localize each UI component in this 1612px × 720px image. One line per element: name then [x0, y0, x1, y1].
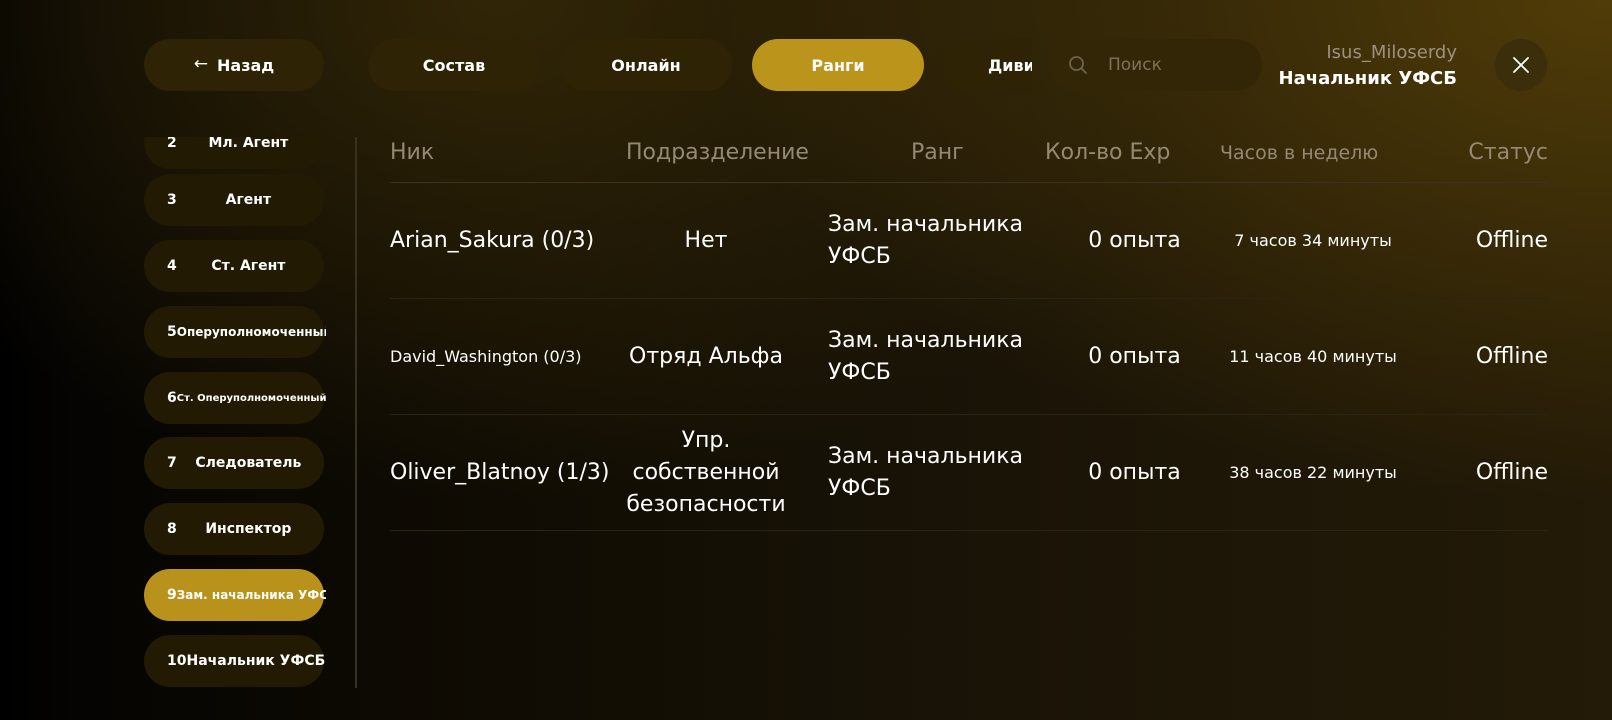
search-icon	[1069, 56, 1087, 74]
table-header: Ник Подразделение Ранг Кол-во Exp Часов …	[390, 130, 1548, 183]
rank-item-6[interactable]: 6 Ст. Оперуполномоченный	[144, 372, 326, 424]
tab-sostav[interactable]: Состав	[368, 39, 540, 91]
rank-item-9[interactable]: 9 Зам. начальника УФСБ	[144, 569, 326, 621]
arrow-left-icon: ←	[193, 54, 209, 74]
cell-hours: 11 часов 40 минуты	[1229, 346, 1397, 366]
cell-nick: David_Washington (0/3)	[390, 346, 582, 366]
cell-nick: Oliver_Blatnoy (1/3)	[390, 459, 610, 485]
back-button[interactable]: ← Назад	[144, 39, 324, 91]
rank-item-10[interactable]: 10 Начальник УФСБ	[144, 635, 325, 687]
tabs-bar: Состав Онлайн Ранги Дивизионы	[368, 39, 1032, 91]
rank-item-2[interactable]: 2 Мл. Агент	[144, 137, 324, 169]
cell-status: Offline	[1475, 459, 1548, 485]
members-table: Ник Подразделение Ранг Кол-во Exp Часов …	[390, 130, 1548, 531]
cell-rank: Зам. начальника УФСБ	[828, 211, 1023, 269]
cell-hours: 7 часов 34 минуты	[1234, 230, 1392, 250]
table-row[interactable]: Arian_Sakura (0/3) Нет Зам. начальника У…	[390, 183, 1548, 299]
column-header-rank: Ранг	[911, 140, 964, 165]
cell-nick: Arian_Sakura (0/3)	[390, 227, 595, 253]
tab-online[interactable]: Онлайн	[560, 39, 732, 91]
column-header-status: Статус	[1468, 140, 1548, 165]
column-header-exp: Кол-во Exp	[1045, 140, 1171, 165]
search-input[interactable]	[1106, 54, 1250, 76]
rank-item-5[interactable]: 5 Оперуполномоченный	[144, 306, 326, 358]
rank-item-8[interactable]: 8 Инспектор	[144, 503, 324, 555]
close-button[interactable]	[1495, 39, 1547, 91]
cell-rank: Зам. начальника УФСБ	[828, 327, 1023, 385]
cell-rank: Зам. начальника УФСБ	[828, 443, 1023, 501]
user-info: Isus_Miloserdy Начальник УФСБ	[1279, 40, 1457, 92]
cell-status: Offline	[1475, 343, 1548, 369]
column-header-division: Подразделение	[626, 140, 809, 165]
rank-list[interactable]: 2 Мл. Агент 3 Агент 4 Ст. Агент 5 Оперуп…	[144, 137, 326, 688]
user-rank: Начальник УФСБ	[1278, 68, 1457, 89]
user-name: Isus_Miloserdy	[1326, 42, 1457, 63]
close-icon	[1513, 57, 1529, 73]
cell-status: Offline	[1475, 227, 1548, 253]
rank-item-4[interactable]: 4 Ст. Агент	[144, 240, 324, 292]
column-header-hours: Часов в неделю	[1220, 142, 1379, 164]
tab-divisions[interactable]: Дивизионы	[942, 39, 1032, 91]
cell-division: Нет	[684, 227, 728, 253]
rank-item-3[interactable]: 3 Агент	[144, 174, 324, 226]
table-row[interactable]: David_Washington (0/3) Отряд Альфа Зам. …	[390, 299, 1548, 415]
back-label: Назад	[217, 55, 275, 75]
table-row[interactable]: Oliver_Blatnoy (1/3) Упр. собственной бе…	[390, 415, 1548, 531]
cell-division: Упр. собственной безопасности	[626, 427, 786, 517]
sidebar-scrollbar[interactable]	[355, 137, 357, 688]
cell-hours: 38 часов 22 минуты	[1229, 462, 1397, 482]
cell-division: Отряд Альфа	[629, 343, 783, 369]
column-header-nick: Ник	[390, 140, 435, 165]
rank-item-7[interactable]: 7 Следователь	[144, 437, 324, 489]
search-box[interactable]	[1048, 39, 1262, 91]
tab-ranks[interactable]: Ранги	[752, 39, 924, 91]
